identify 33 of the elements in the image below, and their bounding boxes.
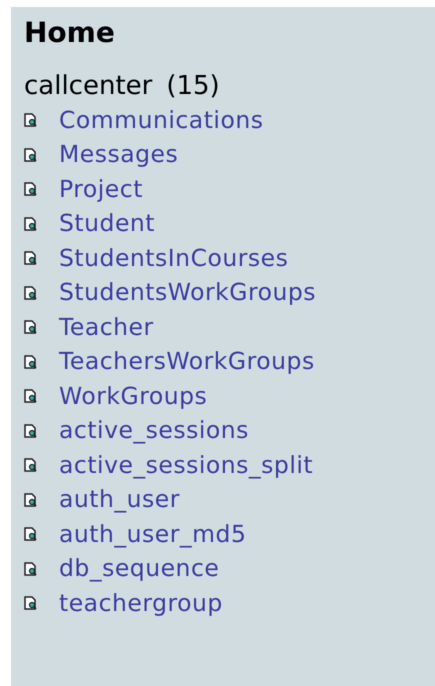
- table-link[interactable]: Communications: [59, 102, 264, 138]
- table-browse-icon[interactable]: [24, 458, 37, 472]
- table-link[interactable]: db_sequence: [59, 551, 220, 586]
- table-link[interactable]: active_sessions_split: [59, 448, 314, 483]
- table-link[interactable]: Teacher: [59, 310, 154, 345]
- home-heading: Home: [24, 15, 116, 51]
- table-link[interactable]: Messages: [59, 137, 178, 172]
- table-browse-icon[interactable]: [24, 148, 37, 162]
- table-browse-icon[interactable]: [24, 251, 37, 266]
- table-link[interactable]: WorkGroups: [59, 378, 208, 414]
- table-link[interactable]: auth_user: [59, 482, 180, 518]
- table-count: (15): [166, 70, 220, 103]
- table-browse-icon[interactable]: [24, 216, 37, 231]
- table-link[interactable]: Project: [59, 172, 143, 207]
- table-browse-icon[interactable]: [24, 286, 37, 300]
- table-browse-icon[interactable]: [24, 320, 37, 334]
- table-link[interactable]: auth_user_md5: [59, 516, 246, 552]
- table-browse-icon[interactable]: [24, 113, 37, 128]
- table-browse-icon[interactable]: [24, 527, 37, 542]
- table-browse-icon[interactable]: [24, 492, 37, 507]
- database-name: callcenter: [24, 70, 152, 103]
- table-browse-icon[interactable]: [24, 562, 37, 576]
- table-link[interactable]: StudentsWorkGroups: [59, 275, 316, 310]
- table-link[interactable]: active_sessions: [59, 413, 249, 448]
- table-link[interactable]: teachergroup: [59, 586, 223, 621]
- table-link[interactable]: Student: [59, 206, 156, 242]
- table-browse-icon[interactable]: [24, 182, 37, 196]
- table-link[interactable]: StudentsInCourses: [59, 240, 288, 276]
- table-browse-icon[interactable]: [24, 424, 37, 438]
- table-browse-icon[interactable]: [24, 389, 37, 404]
- table-browse-icon[interactable]: [24, 596, 37, 610]
- table-link[interactable]: TeachersWorkGroups: [59, 344, 315, 380]
- table-browse-icon[interactable]: [24, 354, 37, 369]
